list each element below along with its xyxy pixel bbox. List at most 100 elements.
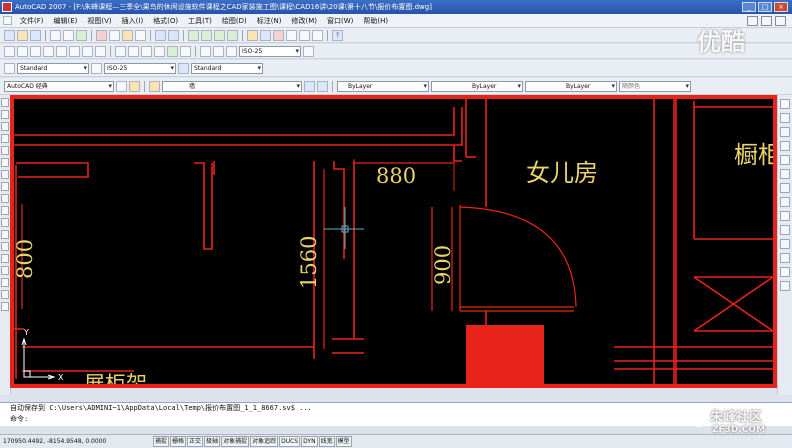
workspace-settings-icon[interactable] <box>116 80 127 92</box>
copy-object-icon[interactable] <box>780 113 790 123</box>
linear-dim-icon[interactable] <box>4 45 15 57</box>
make-current-layer-icon[interactable] <box>304 80 315 92</box>
gradient-icon[interactable] <box>1 266 9 275</box>
lineweight-toggle[interactable]: 线宽 <box>318 436 335 447</box>
cut-icon[interactable] <box>96 29 107 41</box>
document-icon[interactable] <box>3 16 12 25</box>
trim-icon[interactable] <box>780 225 790 235</box>
break-icon[interactable] <box>780 253 790 263</box>
polar-toggle[interactable]: 极轴 <box>204 436 221 447</box>
dim-style-manager-icon[interactable] <box>91 62 102 74</box>
properties-icon[interactable] <box>247 29 258 41</box>
dim-style-select-2[interactable]: ISO-25 <box>104 62 176 74</box>
menu-format[interactable]: 格式(O) <box>148 16 183 26</box>
linetype-select[interactable]: ByLayer <box>431 80 523 92</box>
plotstyle-select[interactable]: 随颜色 <box>619 80 691 92</box>
table-icon[interactable] <box>1 290 9 299</box>
copy-icon[interactable] <box>109 29 120 41</box>
jogged-dim-icon[interactable] <box>69 45 80 57</box>
tolerance-icon[interactable] <box>167 45 178 57</box>
quick-dim-icon[interactable] <box>115 45 126 57</box>
baseline-dim-icon[interactable] <box>128 45 139 57</box>
layer-manager-icon[interactable] <box>129 80 140 92</box>
open-icon[interactable] <box>17 29 28 41</box>
scale-icon[interactable] <box>780 197 790 207</box>
continue-dim-icon[interactable] <box>141 45 152 57</box>
plot-icon[interactable] <box>50 29 61 41</box>
maximize-button[interactable]: □ <box>758 2 772 12</box>
redo-icon[interactable] <box>168 29 179 41</box>
layer-previous-icon[interactable] <box>317 80 328 92</box>
spline-icon[interactable] <box>1 194 9 203</box>
dim-style-select[interactable]: ISO-25 <box>239 45 301 57</box>
make-block-icon[interactable] <box>1 230 9 239</box>
menu-file[interactable]: 文件(F) <box>15 16 49 26</box>
grid-toggle[interactable]: 栅格 <box>170 436 187 447</box>
polyline-icon[interactable] <box>1 122 9 131</box>
aligned-dim-icon[interactable] <box>17 45 28 57</box>
radius-dim-icon[interactable] <box>56 45 67 57</box>
otrack-toggle[interactable]: 对象追踪 <box>250 436 279 447</box>
polygon-icon[interactable] <box>1 134 9 143</box>
sheet-set-icon[interactable] <box>286 29 297 41</box>
menu-draw[interactable]: 绘图(D) <box>217 16 252 26</box>
menu-modify[interactable]: 修改(M) <box>286 16 322 26</box>
ellipse-icon[interactable] <box>1 206 9 215</box>
workspace-select[interactable]: AutoCAD 经典 <box>4 80 114 92</box>
command-line[interactable]: 自动保存到 C:\Users\ADMINI~1\AppData\Local\Te… <box>0 402 792 426</box>
mirror-icon[interactable] <box>780 127 790 137</box>
extend-icon[interactable] <box>780 239 790 249</box>
center-mark-icon[interactable] <box>180 45 191 57</box>
zoom-previous-icon[interactable] <box>227 29 238 41</box>
quick-leader-icon[interactable] <box>154 45 165 57</box>
plot-preview-icon[interactable] <box>63 29 74 41</box>
table-style-icon[interactable] <box>178 62 189 74</box>
close-button[interactable]: × <box>774 2 788 12</box>
pan-icon[interactable] <box>188 29 199 41</box>
menu-insert[interactable]: 插入(I) <box>117 16 149 26</box>
explode-icon[interactable] <box>780 281 790 291</box>
ordinate-dim-icon[interactable] <box>43 45 54 57</box>
insert-block-icon[interactable] <box>1 218 9 227</box>
dim-style-icon[interactable] <box>303 45 314 57</box>
publish-icon[interactable] <box>76 29 87 41</box>
tool-palettes-icon[interactable] <box>273 29 284 41</box>
array-icon[interactable] <box>780 155 790 165</box>
match-properties-icon[interactable] <box>135 29 146 41</box>
ducs-toggle[interactable]: DUCS <box>279 436 301 447</box>
paste-icon[interactable] <box>122 29 133 41</box>
undo-icon[interactable] <box>155 29 166 41</box>
zoom-realtime-icon[interactable] <box>201 29 212 41</box>
menu-tools[interactable]: 工具(T) <box>183 16 217 26</box>
design-center-icon[interactable] <box>260 29 271 41</box>
point-icon[interactable] <box>1 242 9 251</box>
autocad-app-icon[interactable] <box>2 2 12 12</box>
save-icon[interactable] <box>30 29 41 41</box>
minimize-button[interactable]: _ <box>742 2 756 12</box>
menu-dimension[interactable]: 标注(N) <box>252 16 287 26</box>
model-toggle[interactable]: 模型 <box>335 436 352 447</box>
help-icon[interactable]: ? <box>332 29 343 41</box>
angular-dim-icon[interactable] <box>95 45 106 57</box>
table-style-select[interactable]: Standard <box>191 62 263 74</box>
erase-icon[interactable] <box>780 99 790 109</box>
dim-update-icon[interactable] <box>226 45 237 57</box>
color-select[interactable]: ByLayer <box>337 80 429 92</box>
hatch-icon[interactable] <box>1 254 9 263</box>
quickcalc-icon[interactable] <box>312 29 323 41</box>
menu-edit[interactable]: 编辑(E) <box>49 16 83 26</box>
text-style-select[interactable]: Standard <box>17 62 89 74</box>
line-icon[interactable] <box>1 98 9 107</box>
revision-cloud-icon[interactable] <box>1 182 9 191</box>
fillet-icon[interactable] <box>780 267 790 277</box>
diameter-dim-icon[interactable] <box>82 45 93 57</box>
dim-text-edit-icon[interactable] <box>213 45 224 57</box>
offset-icon[interactable] <box>780 141 790 151</box>
drawing-canvas[interactable]: 女儿房 橱柜 880 展柜架 1560 900 800 Y X <box>10 95 777 388</box>
mtext-icon[interactable] <box>1 302 9 311</box>
menu-view[interactable]: 视图(V) <box>82 16 116 26</box>
move-icon[interactable] <box>780 169 790 179</box>
dyn-toggle[interactable]: DYN <box>301 436 318 447</box>
layer-state-icon[interactable] <box>149 80 160 92</box>
new-icon[interactable] <box>4 29 15 41</box>
